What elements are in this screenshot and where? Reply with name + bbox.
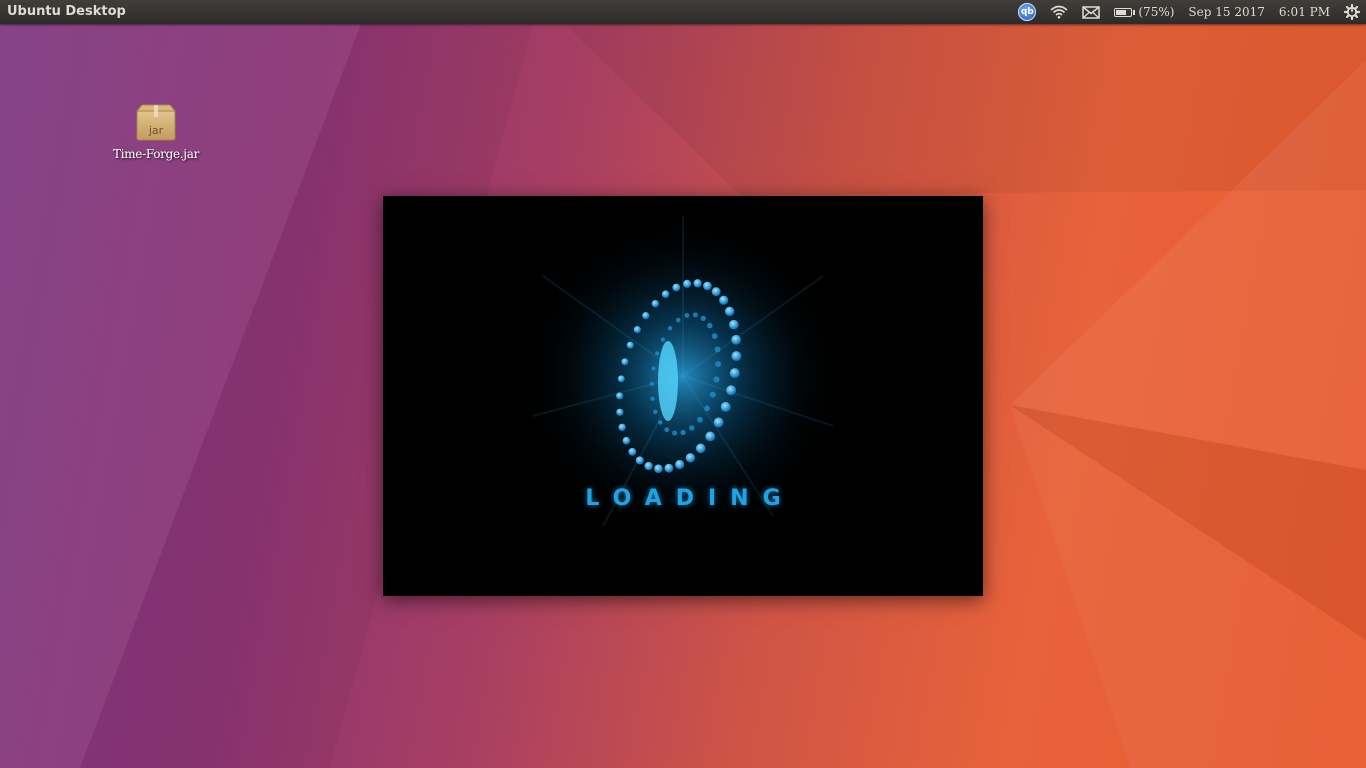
jar-badge-text: jar — [148, 124, 164, 137]
orb-bead — [672, 430, 678, 436]
orb-bead — [642, 311, 650, 320]
envelope-icon — [1082, 5, 1101, 19]
orb-bead — [650, 396, 655, 401]
orb-bead — [664, 427, 670, 433]
time-text: 6:01 PM — [1278, 5, 1330, 19]
orb-bead — [672, 283, 681, 292]
orb-bead — [618, 423, 626, 431]
orb-bead — [644, 461, 653, 471]
orb-bead — [731, 351, 742, 362]
orb-bead — [660, 337, 666, 342]
orb-bead — [651, 299, 659, 308]
orb-bead — [692, 312, 698, 318]
desktop-file-time-forge-jar[interactable]: jar Time-Forge.jar — [110, 104, 202, 161]
clock-indicator[interactable]: 6:01 PM — [1272, 0, 1337, 24]
orb-bead — [713, 376, 720, 383]
orb-bead — [720, 401, 731, 412]
orb-bead — [667, 326, 673, 331]
orb-bead — [697, 416, 703, 423]
orb-bead — [653, 409, 658, 415]
orb-bead — [688, 425, 695, 431]
orb-bead — [616, 392, 624, 400]
orb-bead — [635, 456, 644, 465]
orb-bead — [729, 319, 739, 330]
orb-bead — [684, 313, 690, 318]
orb-bead — [703, 281, 712, 291]
session-indicator[interactable] — [1337, 0, 1366, 24]
archive-box-icon: jar — [134, 104, 178, 142]
qbittorrent-icon: qb — [1018, 3, 1037, 21]
orb-bead — [651, 366, 656, 371]
date-text: Sep 15 2017 — [1188, 5, 1265, 19]
orb-bead — [709, 391, 716, 398]
orb-bead — [621, 358, 629, 366]
orb-bead — [675, 317, 681, 323]
orb-bead — [711, 287, 721, 297]
qbittorrent-indicator[interactable]: qb — [1011, 0, 1043, 24]
orb-bead — [654, 464, 663, 474]
network-indicator[interactable] — [1043, 0, 1075, 24]
orb-bead — [714, 346, 721, 353]
orb-bead — [680, 429, 686, 436]
wifi-icon — [1050, 5, 1068, 19]
indicator-area: qb (75%) Sep 15 2017 6:01 PM — [1011, 0, 1366, 24]
battery-level-fill — [1116, 9, 1127, 15]
orb-bead — [628, 447, 637, 456]
orb-bead — [715, 361, 722, 368]
orb-bead — [675, 459, 685, 470]
orb-bead — [617, 375, 625, 383]
orb-bead — [704, 405, 711, 412]
orb-bead — [649, 381, 654, 387]
orb-bead — [731, 334, 742, 345]
orb-bead — [661, 290, 670, 298]
loading-text: LOADING — [585, 486, 795, 511]
date-indicator[interactable]: Sep 15 2017 — [1181, 0, 1271, 24]
orb-bead — [700, 315, 706, 322]
orb-bead — [626, 341, 634, 349]
battery-indicator[interactable]: (75%) — [1107, 0, 1181, 24]
orb-bead — [729, 368, 740, 379]
top-panel: Ubuntu Desktop qb (75%) Sep 15 2017 6:01… — [0, 0, 1366, 24]
orb-bead — [633, 326, 641, 334]
orb-bead — [713, 417, 724, 428]
splash-window[interactable]: LOADING — [383, 196, 983, 596]
orb-bead — [719, 295, 729, 305]
orb-bead — [707, 322, 713, 329]
orb-bead — [616, 408, 624, 416]
messaging-indicator[interactable] — [1075, 0, 1107, 24]
orb-bead — [705, 431, 716, 442]
battery-terminal — [1133, 9, 1136, 15]
orb-bead — [695, 443, 706, 454]
orb-bead — [683, 279, 692, 288]
gear-icon — [1344, 4, 1360, 20]
desktop[interactable]: Ubuntu Desktop qb (75%) Sep 15 2017 6:01… — [0, 0, 1366, 768]
orb-bead — [655, 351, 660, 356]
orb-bead — [726, 385, 737, 396]
battery-icon — [1114, 7, 1133, 17]
orb-bead — [711, 333, 718, 340]
orb-bead — [685, 453, 696, 463]
orb-bead — [724, 306, 735, 317]
orb-bead — [657, 420, 663, 425]
battery-percent-text: (75%) — [1138, 5, 1175, 19]
desktop-icon-label: Time-Forge.jar — [112, 147, 200, 161]
orb-bead — [693, 279, 702, 288]
orb-bead — [622, 436, 631, 445]
orb-bead — [664, 463, 674, 473]
panel-title: Ubuntu Desktop — [7, 4, 126, 19]
